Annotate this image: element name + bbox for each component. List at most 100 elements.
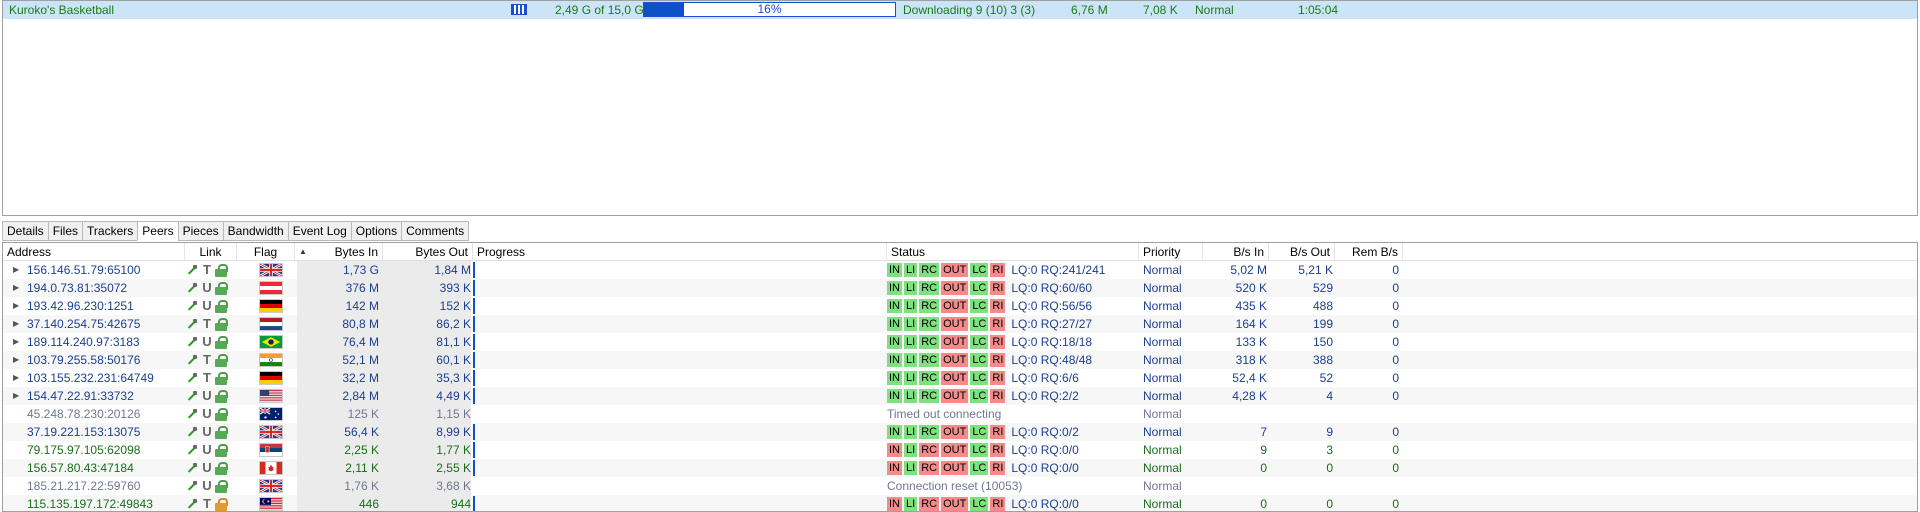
column-link[interactable]: Link xyxy=(185,243,237,261)
peer-address: 194.0.73.81:35072 xyxy=(27,281,128,295)
expand-arrow-icon[interactable]: ▶ xyxy=(13,297,23,315)
peer-bs-in: 9 xyxy=(1260,443,1267,457)
torrent-progress-label: 16% xyxy=(757,2,782,16)
tab-peers[interactable]: Peers xyxy=(137,221,178,241)
column-status[interactable]: Status xyxy=(887,243,1139,261)
peer-row[interactable]: 185.21.217.22:59760 U 1,76 K 3,68 K Connec… xyxy=(3,477,1917,495)
peer-row[interactable]: ▶ 156.146.51.79:65100 T 1,73 G 1,84 M IN LI R… xyxy=(3,261,1917,279)
peer-priority: Normal xyxy=(1143,443,1182,457)
peer-row[interactable]: 37.19.221.153:13075 U 56,4 K 8,99 K IN LI RC… xyxy=(3,423,1917,441)
country-flag-icon xyxy=(259,441,285,459)
tab-files[interactable]: Files xyxy=(47,221,83,241)
expand-arrow-icon[interactable]: ▶ xyxy=(13,351,23,369)
peer-progress xyxy=(473,351,883,369)
encryption-lock-icon xyxy=(215,372,228,385)
torrent-progress-bar: 16% xyxy=(643,2,896,17)
column-flag[interactable]: Flag xyxy=(237,243,295,261)
peer-row[interactable]: ▶ 103.155.232.231:64749 T 32,2 M 35,3 K IN L… xyxy=(3,369,1917,387)
utp-icon: U xyxy=(202,334,212,349)
peer-link-icons: U xyxy=(185,405,237,423)
country-flag-icon xyxy=(259,495,285,511)
peer-bytes-in: 56,4 K xyxy=(344,425,379,439)
peer-row[interactable]: ▶ 193.42.96.230:1251 U 142 M 152 K IN LI RC OU… xyxy=(3,297,1917,315)
peer-bs-in: 435 K xyxy=(1235,299,1267,313)
peer-priority: Normal xyxy=(1143,425,1182,439)
expand-arrow-icon[interactable]: ▶ xyxy=(13,279,23,297)
connection-direction-icon xyxy=(185,263,199,277)
peer-row[interactable]: 45.248.78.230:20126 U 125 K 1,15 K Timed o… xyxy=(3,405,1917,423)
peer-bs-out: 9 xyxy=(1326,425,1333,439)
expand-arrow-icon[interactable]: ▶ xyxy=(13,261,23,279)
column-bytes-in[interactable]: Bytes In xyxy=(295,243,383,261)
tab-pieces[interactable]: Pieces xyxy=(177,221,223,241)
peer-row[interactable]: ▶ 154.47.22.91:33732 U 2,84 M 4,49 K IN LI RC… xyxy=(3,387,1917,405)
status-flag-lc: LC xyxy=(970,443,989,457)
torrent-row[interactable]: Kuroko's Basketball 2,49 G of 15,0 G 16%… xyxy=(3,1,1917,19)
column-rem-bs[interactable]: Rem B/s xyxy=(1335,243,1403,261)
peer-queue: LQ:0 RQ:0/0 xyxy=(1011,497,1079,511)
status-flag-in: IN xyxy=(887,353,902,367)
encryption-lock-icon xyxy=(215,264,228,277)
tab-trackers[interactable]: Trackers xyxy=(82,221,138,241)
column-bs-in[interactable]: B/s In xyxy=(1203,243,1269,261)
peer-priority: Normal xyxy=(1143,335,1182,349)
country-flag-icon xyxy=(259,477,285,495)
column-progress[interactable]: Progress xyxy=(473,243,887,261)
status-flag-in: IN xyxy=(887,425,902,439)
status-flag-rc: RC xyxy=(919,425,940,439)
tab-comments[interactable]: Comments xyxy=(401,221,470,241)
peer-priority: Normal xyxy=(1143,281,1182,295)
status-flag-out: OUT xyxy=(941,389,969,403)
tab-event-log[interactable]: Event Log xyxy=(287,221,351,241)
encryption-lock-icon xyxy=(215,300,228,313)
status-flag-rc: RC xyxy=(919,317,940,331)
connection-direction-icon xyxy=(185,479,199,493)
peer-rem-bs: 0 xyxy=(1392,281,1399,295)
expand-arrow-icon[interactable]: ▶ xyxy=(13,369,23,387)
peer-progress xyxy=(473,441,883,459)
peer-row[interactable]: ▶ 189.114.240.97:3183 U 76,4 M 81,1 K IN LI R… xyxy=(3,333,1917,351)
column-bs-out[interactable]: B/s Out xyxy=(1269,243,1335,261)
peer-address: 156.146.51.79:65100 xyxy=(27,263,141,277)
status-flag-rc: RC xyxy=(919,443,940,457)
column-bytes-out[interactable]: Bytes Out xyxy=(383,243,473,261)
peer-progress-bar xyxy=(473,460,475,476)
status-flag-li: LI xyxy=(904,353,918,367)
status-flag-out: OUT xyxy=(941,317,969,331)
peer-priority: Normal xyxy=(1143,371,1182,385)
peer-bs-out: 3 xyxy=(1326,443,1333,457)
peer-row[interactable]: 115.135.197.172:49843 T 446 944 IN LI RC OUT L… xyxy=(3,495,1917,511)
peer-bs-in: 7 xyxy=(1260,425,1267,439)
tab-options[interactable]: Options xyxy=(350,221,402,241)
peer-bs-out: 5,21 K xyxy=(1298,263,1333,277)
peer-row[interactable]: ▶ 194.0.73.81:35072 U 376 M 393 K IN LI RC OUT… xyxy=(3,279,1917,297)
peer-bytes-out: 1,15 K xyxy=(436,407,471,421)
peers-panel[interactable]: Address Link Flag Bytes In ▲ Bytes Out P… xyxy=(2,242,1918,512)
column-address[interactable]: Address xyxy=(3,243,185,261)
peers-header: Address Link Flag Bytes In ▲ Bytes Out P… xyxy=(3,243,1917,261)
peer-bytes-out: 1,77 K xyxy=(436,443,471,457)
peer-address: 156.57.80.43:47184 xyxy=(27,461,134,475)
tab-details[interactable]: Details xyxy=(2,221,48,241)
peer-rem-bs: 0 xyxy=(1392,299,1399,313)
expand-arrow-icon[interactable]: ▶ xyxy=(13,387,23,405)
sort-ascending-icon: ▲ xyxy=(299,247,307,256)
torrent-list[interactable]: Kuroko's Basketball 2,49 G of 15,0 G 16%… xyxy=(2,0,1918,216)
peer-row[interactable]: 156.57.80.43:47184 U 2,11 K 2,55 K IN LI RC O… xyxy=(3,459,1917,477)
peer-row[interactable]: 79.175.97.105:62098 U 2,25 K 1,77 K IN LI RC… xyxy=(3,441,1917,459)
status-flag-out: OUT xyxy=(941,425,969,439)
peer-list[interactable]: ▶ 156.146.51.79:65100 T 1,73 G 1,84 M IN LI R… xyxy=(3,261,1917,511)
encryption-lock-icon xyxy=(215,426,228,439)
utp-icon: T xyxy=(203,370,211,385)
peer-row[interactable]: ▶ 103.79.255.58:50176 T 52,1 M 60,1 K IN LI R… xyxy=(3,351,1917,369)
peer-bs-in: 0 xyxy=(1260,461,1267,475)
utp-icon: U xyxy=(202,280,212,295)
peer-row[interactable]: ▶ 37.140.254.75:42675 T 80,8 M 86,2 K IN LI R… xyxy=(3,315,1917,333)
tab-bandwidth[interactable]: Bandwidth xyxy=(222,221,288,241)
status-flag-rc: RC xyxy=(919,353,940,367)
expand-arrow-icon[interactable]: ▶ xyxy=(13,315,23,333)
peer-address: 115.135.197.172:49843 xyxy=(27,497,153,511)
expand-arrow-icon[interactable]: ▶ xyxy=(13,333,23,351)
peer-progress xyxy=(473,369,883,387)
column-priority[interactable]: Priority xyxy=(1139,243,1203,261)
